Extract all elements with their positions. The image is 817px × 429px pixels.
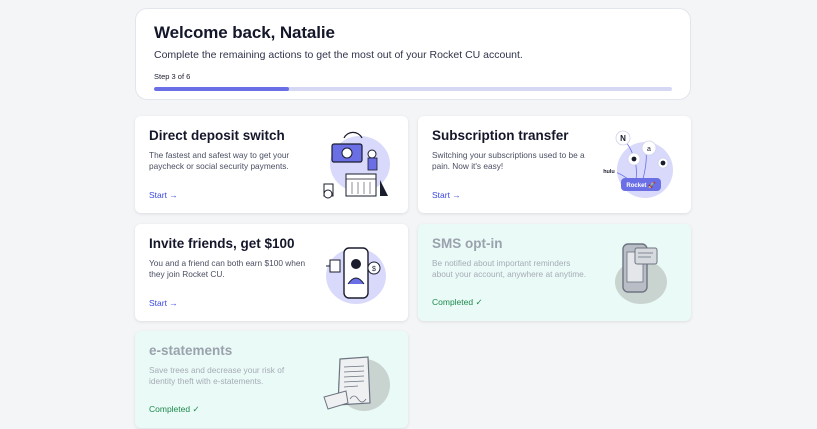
rocket-badge: Rocket 🚀 (626, 181, 656, 189)
card-description: Be notified about important reminders ab… (432, 258, 587, 279)
e-statements-card: e-statements Save trees and decrease you… (135, 331, 408, 428)
card-description: Switching your subscriptions used to be … (432, 150, 585, 171)
invite-friends-card: Invite friends, get $100 You and a frien… (135, 224, 408, 321)
start-invite-friends-link[interactable]: Start → (149, 298, 178, 308)
svg-text:$: $ (372, 266, 376, 273)
step-label: Step 3 of 6 (154, 72, 191, 81)
completed-status: Completed ✓ (432, 297, 483, 307)
start-subscription-transfer-link[interactable]: Start → (432, 190, 461, 200)
welcome-panel: Welcome back, Natalie Complete the remai… (135, 8, 691, 100)
spotify-icon (660, 160, 666, 166)
amazon-icon: a (647, 146, 651, 153)
sms-opt-in-card: SMS opt-in Be notified about important r… (418, 224, 691, 321)
welcome-title: Welcome back, Natalie (154, 23, 335, 42)
progress-fill (154, 87, 289, 91)
sms-phone-illustration (615, 243, 667, 304)
subscription-transfer-card: Subscription transfer Switching your sub… (418, 116, 691, 213)
progress-bar (154, 87, 672, 91)
card-description: Save trees and decrease your risk of ide… (149, 365, 285, 386)
hulu-icon: hulu (603, 169, 615, 175)
netflix-icon: N (620, 134, 626, 143)
invite-friends-illustration: $ (326, 247, 386, 304)
subscription-illustration: N a hulu Rocket 🚀 (601, 130, 673, 198)
document-illustration (323, 356, 390, 411)
direct-deposit-card: Direct deposit switch The fastest and sa… (135, 116, 408, 213)
welcome-subtitle: Complete the remaining actions to get th… (154, 49, 523, 61)
direct-deposit-illustration (323, 131, 390, 199)
apple-icon (631, 156, 637, 162)
start-direct-deposit-link[interactable]: Start → (149, 190, 178, 200)
completed-status: Completed ✓ (149, 404, 200, 414)
card-description: The fastest and safest way to get your p… (149, 150, 290, 171)
card-description: You and a friend can both earn $100 when… (149, 258, 306, 279)
